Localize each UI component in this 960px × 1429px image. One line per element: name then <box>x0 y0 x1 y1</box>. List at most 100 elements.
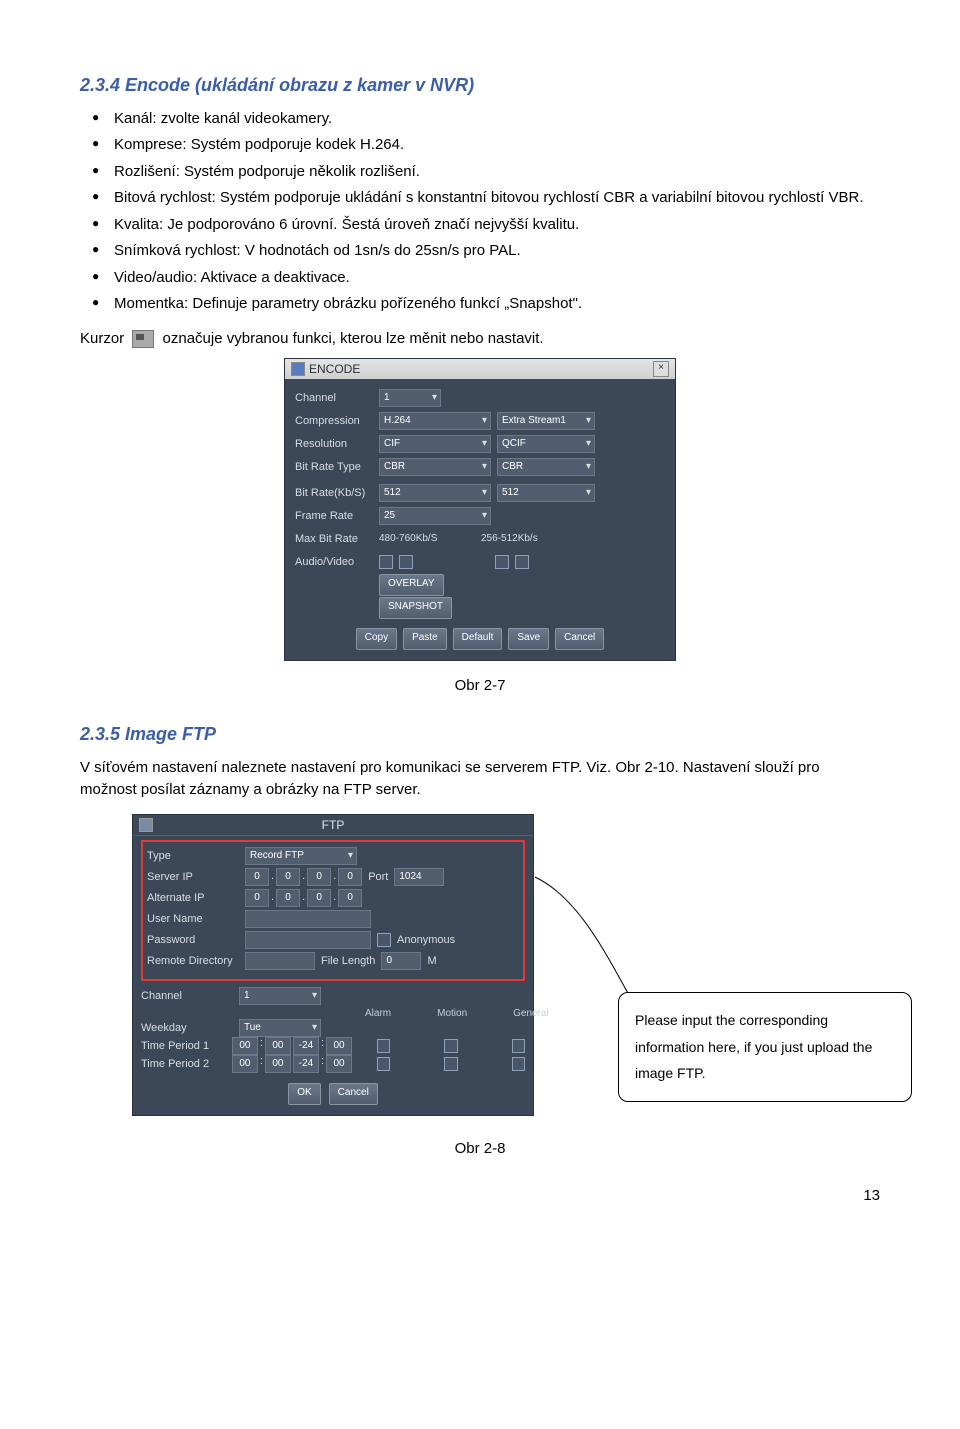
bullet-item: Bitová rychlost: Systém podporuje ukládá… <box>92 187 880 210</box>
lbl-filelen: File Length <box>321 955 375 967</box>
tp2-motion-chk[interactable] <box>444 1057 457 1071</box>
dd-resolution2[interactable]: QCIF <box>497 435 595 453</box>
anon-checkbox[interactable] <box>377 933 391 947</box>
ip-seg[interactable]: 0 <box>276 868 300 886</box>
cursor-line: Kurzor označuje vybranou funkci, kterou … <box>80 330 880 348</box>
tp2-alarm-chk[interactable] <box>377 1057 390 1071</box>
dd-compression[interactable]: H.264 <box>379 412 491 430</box>
encode-dialog: ENCODE × Channel 1 Compression H.264 Ext… <box>284 358 676 661</box>
chk-av4[interactable] <box>515 555 529 569</box>
lbl-anon: Anonymous <box>397 934 455 946</box>
chk-av3[interactable] <box>495 555 509 569</box>
default-button[interactable]: Default <box>453 628 503 650</box>
lbl-weekday: Weekday <box>141 1022 233 1034</box>
bullets-234: Kanál: zvolte kanál videokamery. Kompres… <box>80 108 880 316</box>
callout-box: Please input the corresponding informati… <box>618 992 912 1102</box>
dd-resolution[interactable]: CIF <box>379 435 491 453</box>
fig-caption-28: Obr 2-8 <box>80 1140 880 1157</box>
copy-button[interactable]: Copy <box>356 628 397 650</box>
ip-seg[interactable]: 0 <box>307 868 331 886</box>
ok-button[interactable]: OK <box>288 1083 320 1105</box>
lbl-maxbr: Max Bit Rate <box>295 533 373 545</box>
cursor-text-pre: Kurzor <box>80 330 124 347</box>
save-button[interactable]: Save <box>508 628 549 650</box>
dd-extrastream[interactable]: Extra Stream1 <box>497 412 595 430</box>
tp2-general-chk[interactable] <box>512 1057 525 1071</box>
remote-input[interactable] <box>245 952 315 970</box>
lbl-brtype: Bit Rate Type <box>295 461 373 473</box>
dd-framerate[interactable]: 25 <box>379 507 491 525</box>
lbl-av: Audio/Video <box>295 556 373 568</box>
section-234-title: 2.3.4 Encode (ukládání obrazu z kamer v … <box>80 75 880 96</box>
chk-av1[interactable] <box>379 555 393 569</box>
cursor-text-post: označuje vybranou funkci, kterou lze měn… <box>163 330 544 347</box>
ftp-highlight-box: Type Record FTP Server IP 0. 0. 0. 0 Por… <box>141 840 525 981</box>
encode-titlebar: ENCODE × <box>285 359 675 379</box>
dd-bitrate2[interactable]: 512 <box>497 484 595 502</box>
encode-title: ENCODE <box>309 362 360 376</box>
ftp-title: FTP <box>322 818 345 832</box>
dd-brtype2[interactable]: CBR <box>497 458 595 476</box>
dd-bitrate[interactable]: 512 <box>379 484 491 502</box>
close-icon[interactable]: × <box>653 361 669 377</box>
cancel-button[interactable]: Cancel <box>555 628 604 650</box>
bullet-item: Komprese: Systém podporuje kodek H.264. <box>92 134 880 157</box>
snapshot-button[interactable]: SNAPSHOT <box>379 597 452 619</box>
tp1-h1[interactable]: 00 <box>232 1037 258 1055</box>
port-input[interactable]: 1024 <box>394 868 444 886</box>
dd-weekday[interactable]: Tue <box>239 1019 321 1037</box>
col-alarm: Alarm <box>365 1008 391 1019</box>
tp2-h2[interactable]: -24 <box>293 1055 319 1073</box>
val-maxbr2: 256-512Kb/s <box>481 533 538 544</box>
ip-seg[interactable]: 0 <box>245 889 269 907</box>
ftp-cancel-button[interactable]: Cancel <box>329 1083 378 1105</box>
dd-channel[interactable]: 1 <box>379 389 441 407</box>
chk-av2[interactable] <box>399 555 413 569</box>
ip-seg[interactable]: 0 <box>338 889 362 907</box>
altip-input[interactable]: 0. 0. 0. 0 <box>245 889 362 907</box>
lbl-channel: Channel <box>295 392 373 404</box>
lbl-remote: Remote Directory <box>147 955 239 967</box>
ip-seg[interactable]: 0 <box>338 868 362 886</box>
section-235-title: 2.3.5 Image FTP <box>80 724 880 745</box>
tp1-m2[interactable]: 00 <box>326 1037 352 1055</box>
page-number: 13 <box>80 1187 880 1204</box>
bullet-item: Video/audio: Aktivace a deaktivace. <box>92 267 880 290</box>
fig-caption-27: Obr 2-7 <box>80 677 880 694</box>
lbl-username: User Name <box>147 913 239 925</box>
overlay-button[interactable]: OVERLAY <box>379 574 444 596</box>
ip-seg[interactable]: 0 <box>307 889 331 907</box>
ip-seg[interactable]: 0 <box>276 889 300 907</box>
lbl-tp2: Time Period 2 <box>141 1058 226 1070</box>
username-input[interactable] <box>245 910 371 928</box>
tp1-general-chk[interactable] <box>512 1039 525 1053</box>
filelen-input[interactable]: 0 <box>381 952 421 970</box>
cursor-icon <box>132 330 154 348</box>
dd-ftp-channel[interactable]: 1 <box>239 987 321 1005</box>
bullet-item: Kanál: zvolte kanál videokamery. <box>92 108 880 131</box>
tp1-m1[interactable]: 00 <box>265 1037 291 1055</box>
dd-ftp-type[interactable]: Record FTP <box>245 847 357 865</box>
lbl-bitrate: Bit Rate(Kb/S) <box>295 487 373 499</box>
paste-button[interactable]: Paste <box>403 628 447 650</box>
tp2-m2[interactable]: 00 <box>326 1055 352 1073</box>
ip-seg[interactable]: 0 <box>245 868 269 886</box>
lbl-ftp-channel: Channel <box>141 990 233 1002</box>
lbl-password: Password <box>147 934 239 946</box>
dd-brtype[interactable]: CBR <box>379 458 491 476</box>
tp2-m1[interactable]: 00 <box>265 1055 291 1073</box>
ftp-title-icon <box>139 818 153 832</box>
bullet-item: Kvalita: Je podporováno 6 úrovní. Šestá … <box>92 214 880 237</box>
lbl-compression: Compression <box>295 415 373 427</box>
tp2-h1[interactable]: 00 <box>232 1055 258 1073</box>
ftp-titlebar: FTP <box>133 815 533 836</box>
tp1-motion-chk[interactable] <box>444 1039 457 1053</box>
serverip-input[interactable]: 0. 0. 0. 0 <box>245 868 362 886</box>
password-input[interactable] <box>245 931 371 949</box>
tp1-h2[interactable]: -24 <box>293 1037 319 1055</box>
val-maxbr: 480-760Kb/S <box>379 533 475 544</box>
lbl-resolution: Resolution <box>295 438 373 450</box>
tp1-alarm-chk[interactable] <box>377 1039 390 1053</box>
lbl-serverip: Server IP <box>147 871 239 883</box>
bullet-item: Snímková rychlost: V hodnotách od 1sn/s … <box>92 240 880 263</box>
